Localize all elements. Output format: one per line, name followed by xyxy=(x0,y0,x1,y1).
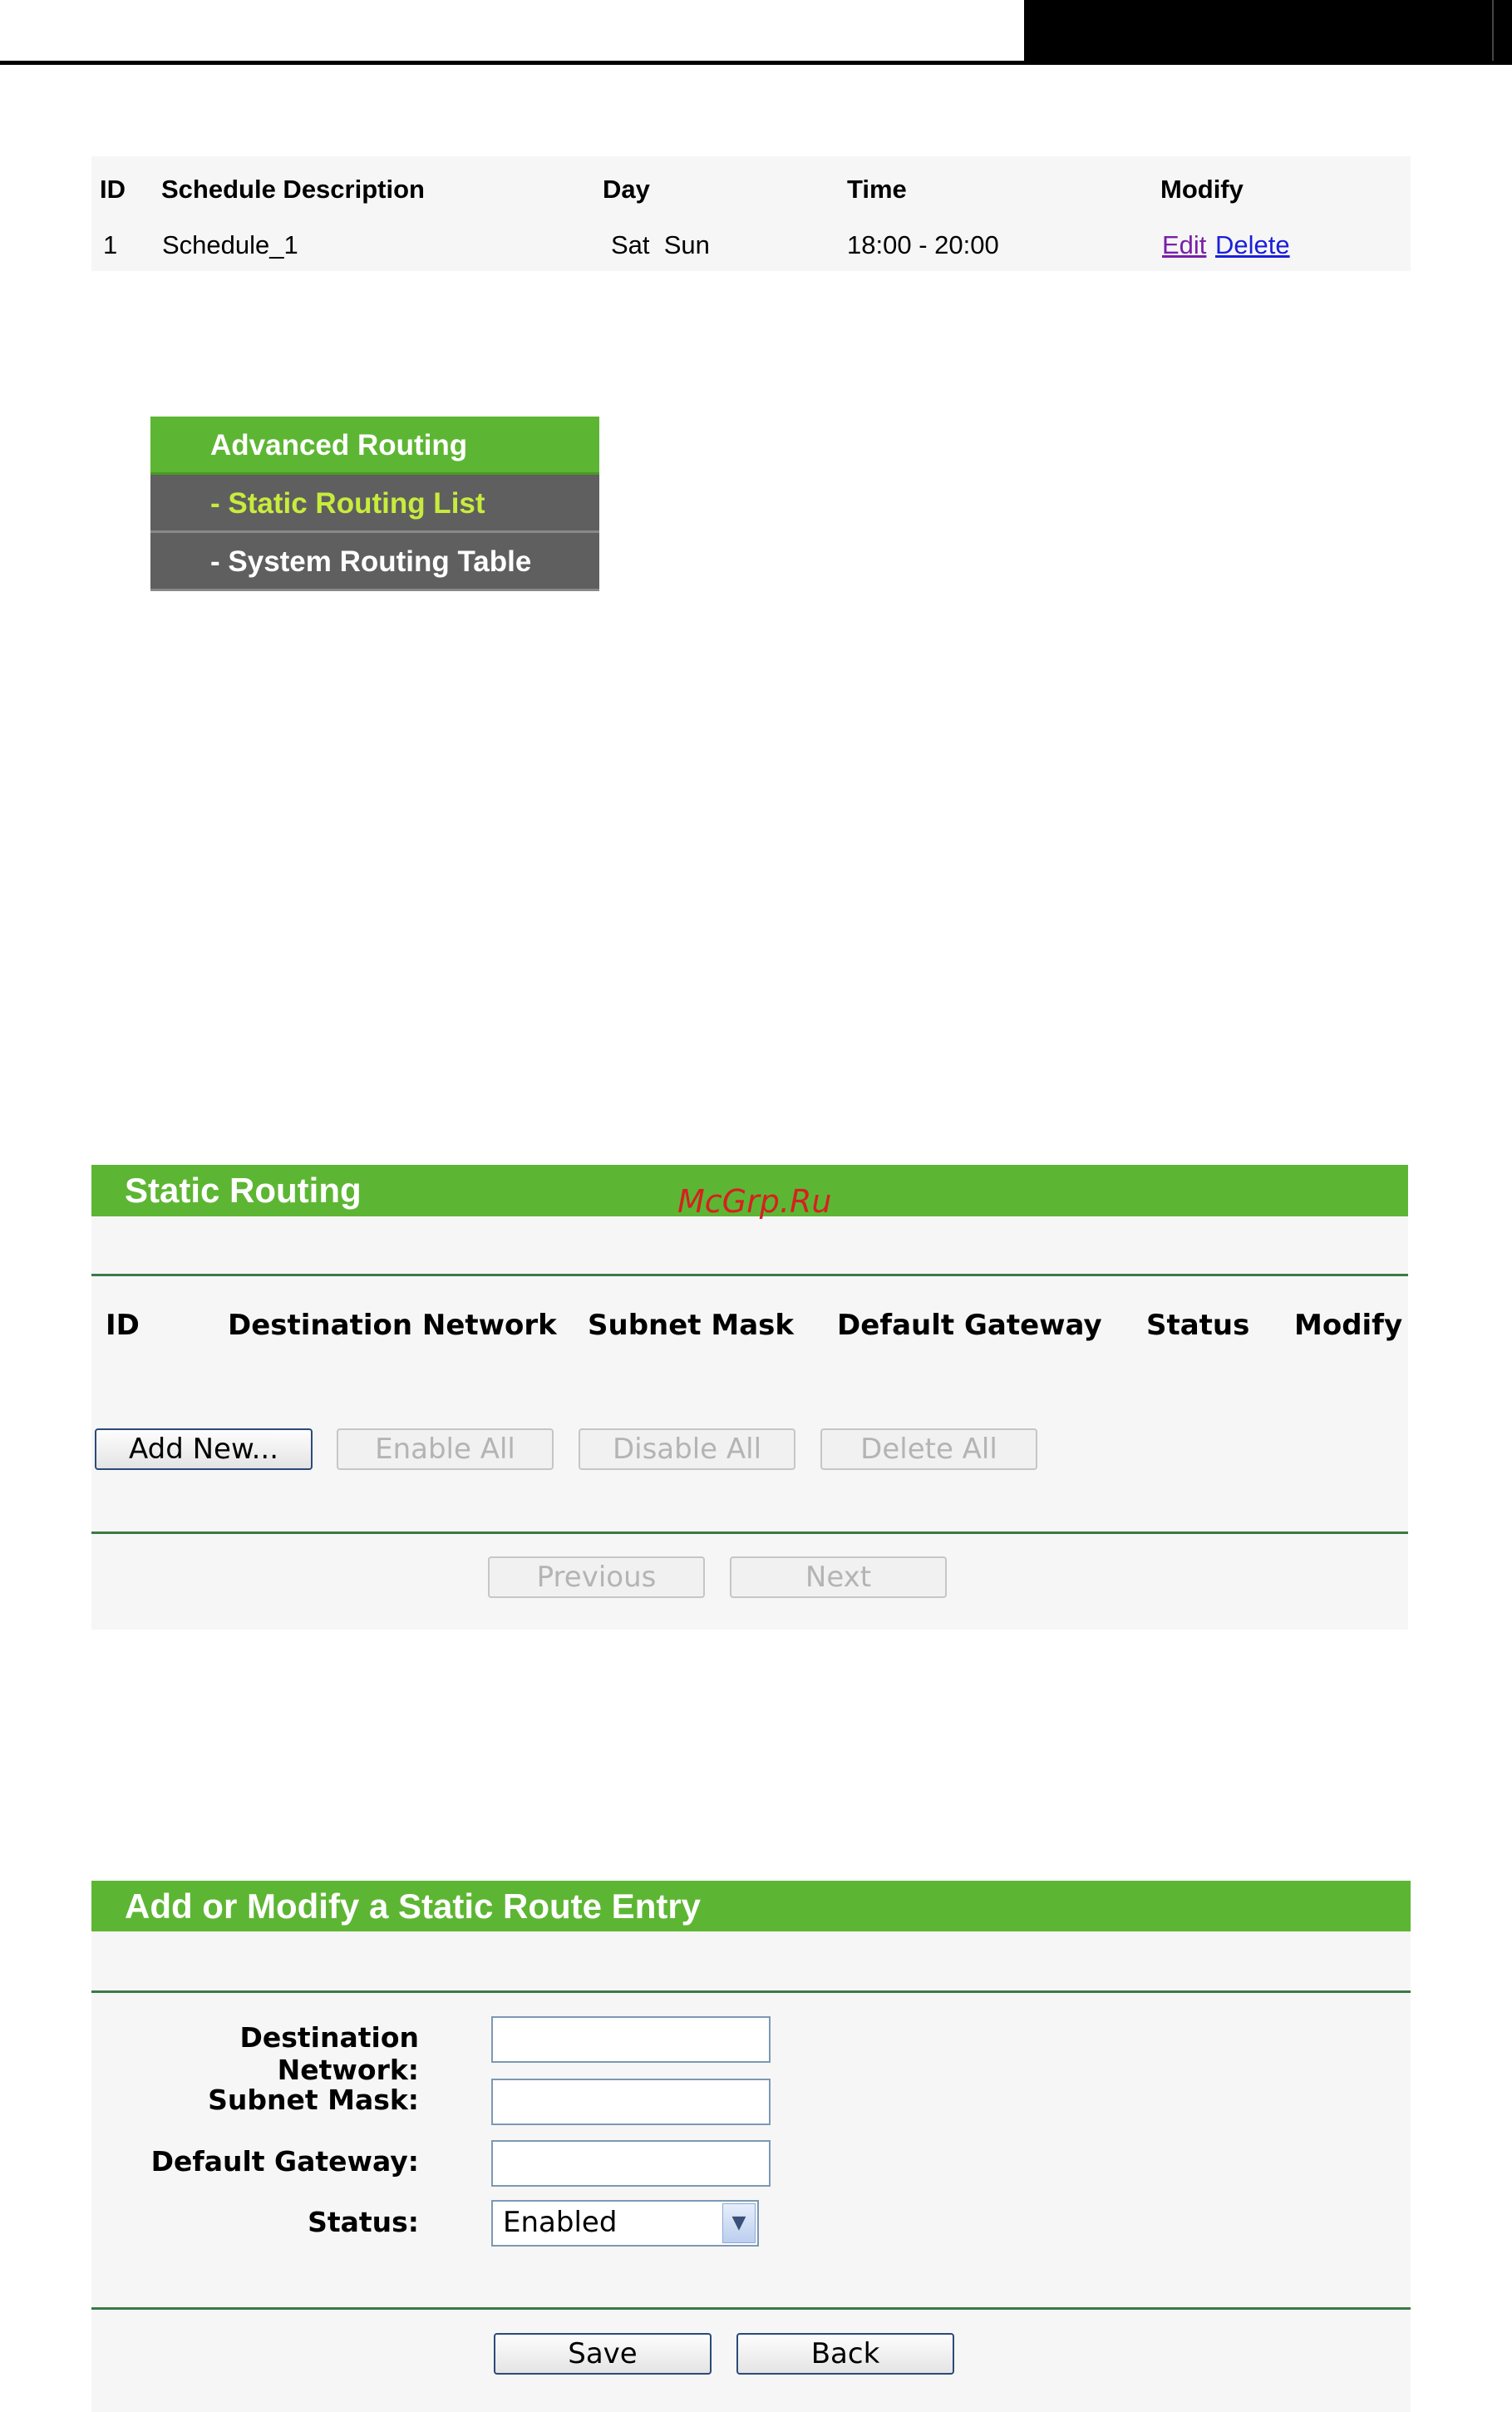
menu-item-system-routing-table[interactable]: - System Routing Table xyxy=(150,533,599,591)
chevron-down-icon[interactable]: ▼ xyxy=(722,2203,756,2243)
schedule-header-day: Day xyxy=(603,175,650,204)
save-button[interactable]: Save xyxy=(494,2333,712,2375)
column-default-gateway: Default Gateway xyxy=(837,1309,1102,1342)
header-rule xyxy=(0,61,1512,65)
default-gateway-label: Default Gateway: xyxy=(150,2145,419,2178)
route-entry-bottom-rule xyxy=(91,2307,1411,2310)
route-entry-top-rule xyxy=(91,1990,1411,1993)
status-select-value: Enabled xyxy=(503,2206,618,2239)
status-label: Status: xyxy=(308,2206,419,2238)
schedule-header-description: Schedule Description xyxy=(161,175,425,204)
subnet-mask-field[interactable] xyxy=(491,2079,771,2125)
column-destination-network: Destination Network xyxy=(228,1309,557,1342)
route-entry-title: Add or Modify a Static Route Entry xyxy=(91,1881,1411,1931)
subnet-mask-label: Subnet Mask: xyxy=(208,2084,419,2116)
header-block-edge xyxy=(1492,0,1494,65)
disable-all-button[interactable]: Disable All xyxy=(579,1428,795,1470)
back-button[interactable]: Back xyxy=(736,2333,954,2375)
advanced-routing-menu: Advanced Routing - Static Routing List -… xyxy=(150,417,599,591)
destination-network-label: Destination Network: xyxy=(239,2021,419,2086)
static-routing-bottom-rule xyxy=(91,1532,1408,1534)
column-id: ID xyxy=(106,1309,140,1342)
schedule-header-time: Time xyxy=(847,175,907,204)
schedule-row-time: 18:00 - 20:00 xyxy=(847,230,999,259)
previous-button[interactable]: Previous xyxy=(488,1556,705,1598)
enable-all-button[interactable]: Enable All xyxy=(337,1428,554,1470)
destination-network-field[interactable] xyxy=(491,2016,771,2063)
next-button[interactable]: Next xyxy=(730,1556,947,1598)
status-select[interactable]: Enabled ▼ xyxy=(491,2200,759,2247)
column-status: Status xyxy=(1146,1309,1250,1342)
add-new-button[interactable]: Add New... xyxy=(95,1428,313,1470)
static-routing-top-rule xyxy=(91,1274,1408,1276)
header-black-block xyxy=(1024,0,1512,65)
menu-item-static-routing-list[interactable]: - Static Routing List xyxy=(150,475,599,533)
schedule-delete-link[interactable]: Delete xyxy=(1215,230,1290,260)
schedule-row-day: Sat Sun xyxy=(611,230,710,259)
schedule-header-id: ID xyxy=(100,175,126,204)
schedule-edit-link[interactable]: Edit xyxy=(1162,230,1206,260)
default-gateway-field[interactable] xyxy=(491,2140,771,2187)
column-modify: Modify xyxy=(1294,1309,1403,1342)
schedule-row-description: Schedule_1 xyxy=(162,230,298,259)
watermark-text: McGrp.Ru xyxy=(677,1183,832,1220)
delete-all-button[interactable]: Delete All xyxy=(820,1428,1037,1470)
column-subnet-mask: Subnet Mask xyxy=(588,1309,795,1342)
menu-item-advanced-routing[interactable]: Advanced Routing xyxy=(150,417,599,475)
schedule-row-id: 1 xyxy=(103,230,118,259)
schedule-header-modify: Modify xyxy=(1160,175,1244,204)
